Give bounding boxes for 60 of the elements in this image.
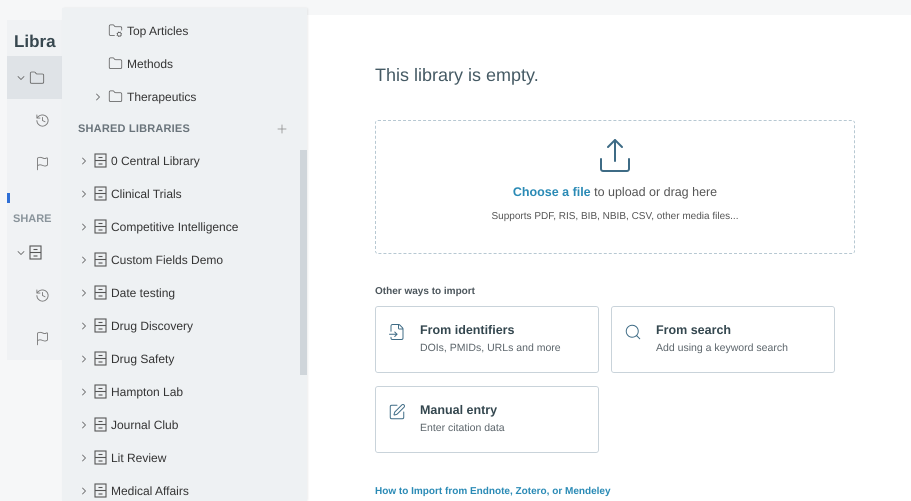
import-option-card[interactable]: From search Add using a keyword search (611, 306, 835, 373)
option-description: Add using a keyword search (656, 342, 788, 354)
library-item[interactable]: 0 Central Library (62, 144, 300, 177)
choose-file-link[interactable]: Choose a file (512, 185, 591, 199)
cabinet-icon (94, 384, 107, 399)
cabinet-icon (94, 252, 107, 267)
option-title: Manual entry (420, 403, 498, 417)
cabinet-icon (94, 483, 107, 498)
library-item[interactable]: Competitive Intelligence (62, 210, 300, 243)
upload-instruction: Choose a file to upload or drag here (512, 185, 718, 199)
library-item[interactable]: Drug Discovery (62, 309, 300, 342)
empty-library-title: This library is empty. (375, 65, 540, 87)
library-item[interactable]: Lit Review (62, 441, 300, 474)
folder-item[interactable]: Therapeutics (62, 80, 300, 113)
sidebar-title: Libra (14, 32, 56, 53)
folder-item[interactable]: Methods (62, 47, 300, 80)
folder-icon (108, 89, 123, 104)
cabinet-icon (94, 417, 107, 432)
option-title: From identifiers (420, 323, 516, 337)
cabinet-icon (94, 450, 107, 465)
cabinet-icon (94, 285, 107, 300)
cabinet-icon (94, 186, 107, 201)
library-item[interactable]: Drug Safety (62, 342, 300, 375)
smart-folder-icon (108, 23, 123, 38)
flag-icon[interactable] (35, 156, 50, 171)
library-item[interactable]: Clinical Trials (62, 177, 300, 210)
library-item[interactable]: Hampton Lab (62, 375, 300, 408)
folder-icon (29, 70, 45, 86)
cabinet-icon (94, 153, 107, 168)
library-item[interactable]: Custom Fields Demo (62, 243, 300, 276)
upload-icon (599, 137, 631, 173)
import-option-card[interactable]: From identifiers DOIs, PMIDs, URLs and more (375, 306, 599, 373)
add-icon[interactable] (275, 122, 289, 136)
active-marker (7, 193, 10, 203)
option-title: From search (656, 323, 732, 337)
cabinet-icon (94, 318, 107, 333)
section-heading: SHARED LIBRARIES (78, 122, 190, 134)
library-item[interactable]: Date testing (62, 276, 300, 309)
option-description: DOIs, PMIDs, URLs and more (420, 342, 561, 354)
folder-icon (108, 56, 123, 71)
import-help-link[interactable]: How to Import from Endnote, Zotero, or Mendeley (375, 486, 911, 497)
import-option-card[interactable]: Manual entry Enter citation data (375, 386, 599, 453)
cabinet-icon (94, 351, 107, 366)
section-label: SHARE (12, 213, 53, 225)
search-icon (624, 323, 642, 341)
library-item[interactable]: Journal Club (62, 408, 300, 441)
section-heading: Other ways to import (375, 286, 476, 297)
folder-item[interactable]: Top Articles (62, 14, 300, 47)
flag-icon[interactable] (35, 331, 50, 346)
supported-formats-text: Supports PDF, RIS, BIB, NBIB, CSV, other media files... (492, 211, 738, 222)
cabinet-icon (94, 219, 107, 234)
history-icon[interactable] (35, 113, 50, 128)
library-item[interactable]: Medical Affairs (62, 474, 300, 501)
file-import-icon (388, 323, 406, 341)
option-description: Enter citation data (420, 422, 505, 434)
cabinet-icon (29, 245, 42, 260)
edit-icon (388, 403, 406, 421)
scrollbar-thumb[interactable] (300, 150, 307, 375)
history-icon[interactable] (35, 288, 50, 303)
file-dropzone[interactable]: Choose a file to upload or drag here Supports PDF, RIS, BIB, NBIB, CSV, other media files... (375, 120, 855, 254)
